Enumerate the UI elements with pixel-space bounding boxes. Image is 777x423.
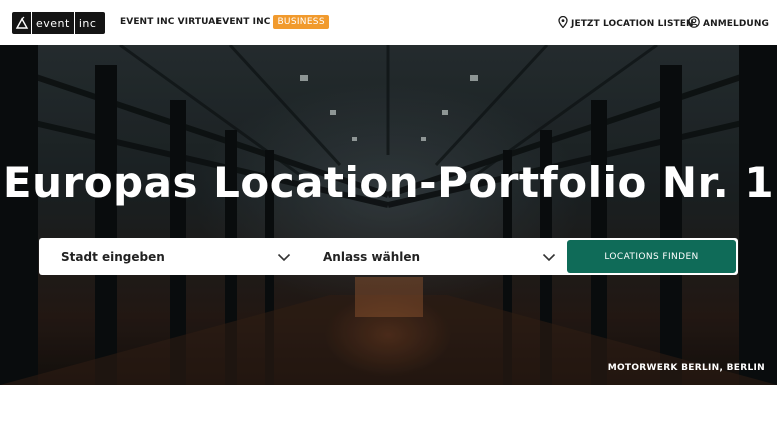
logo-word-event: event [36, 16, 70, 30]
chevron-down-icon [277, 247, 291, 266]
business-badge: BUSINESS [273, 15, 329, 29]
occasion-select-label: Anlass wählen [323, 249, 421, 264]
nav-event-inc-business[interactable]: EVENT INC BUSINESS [216, 15, 329, 29]
logo-mark-icon [12, 12, 32, 34]
top-header: event inc EVENT INC VIRTUAL EVENT INC BU… [0, 0, 777, 45]
city-select[interactable]: Stadt eingeben [39, 238, 301, 275]
city-select-label: Stadt eingeben [61, 249, 165, 264]
nav-list-location[interactable]: JETZT LOCATION LISTEN [558, 15, 694, 31]
user-circle-icon [688, 16, 700, 31]
nav-list-location-label: JETZT LOCATION LISTEN [571, 18, 694, 29]
occasion-select[interactable]: Anlass wählen [323, 238, 564, 275]
event-inc-logo[interactable]: event inc [12, 12, 105, 34]
nav-login[interactable]: ANMELDUNG [688, 16, 769, 31]
hall-background-image [0, 45, 777, 385]
chevron-down-icon [542, 247, 556, 266]
find-locations-button[interactable]: LOCATIONS FINDEN [567, 240, 736, 273]
nav-login-label: ANMELDUNG [703, 18, 769, 29]
photo-credit: MOTORWERK BERLIN, BERLIN [607, 363, 765, 373]
location-pin-icon [558, 15, 568, 31]
hero-section: Europas Location-Portfolio Nr. 1 Stadt e… [0, 45, 777, 385]
location-search-bar: Stadt eingeben Anlass wählen LOCATIONS F… [39, 238, 738, 275]
nav-event-inc-virtual[interactable]: EVENT INC VIRTUAL [120, 17, 221, 27]
logo-word-inc: inc [78, 16, 97, 30]
nav-business-label: EVENT INC [216, 17, 271, 27]
hero-title: Europas Location-Portfolio Nr. 1 [2, 158, 775, 207]
